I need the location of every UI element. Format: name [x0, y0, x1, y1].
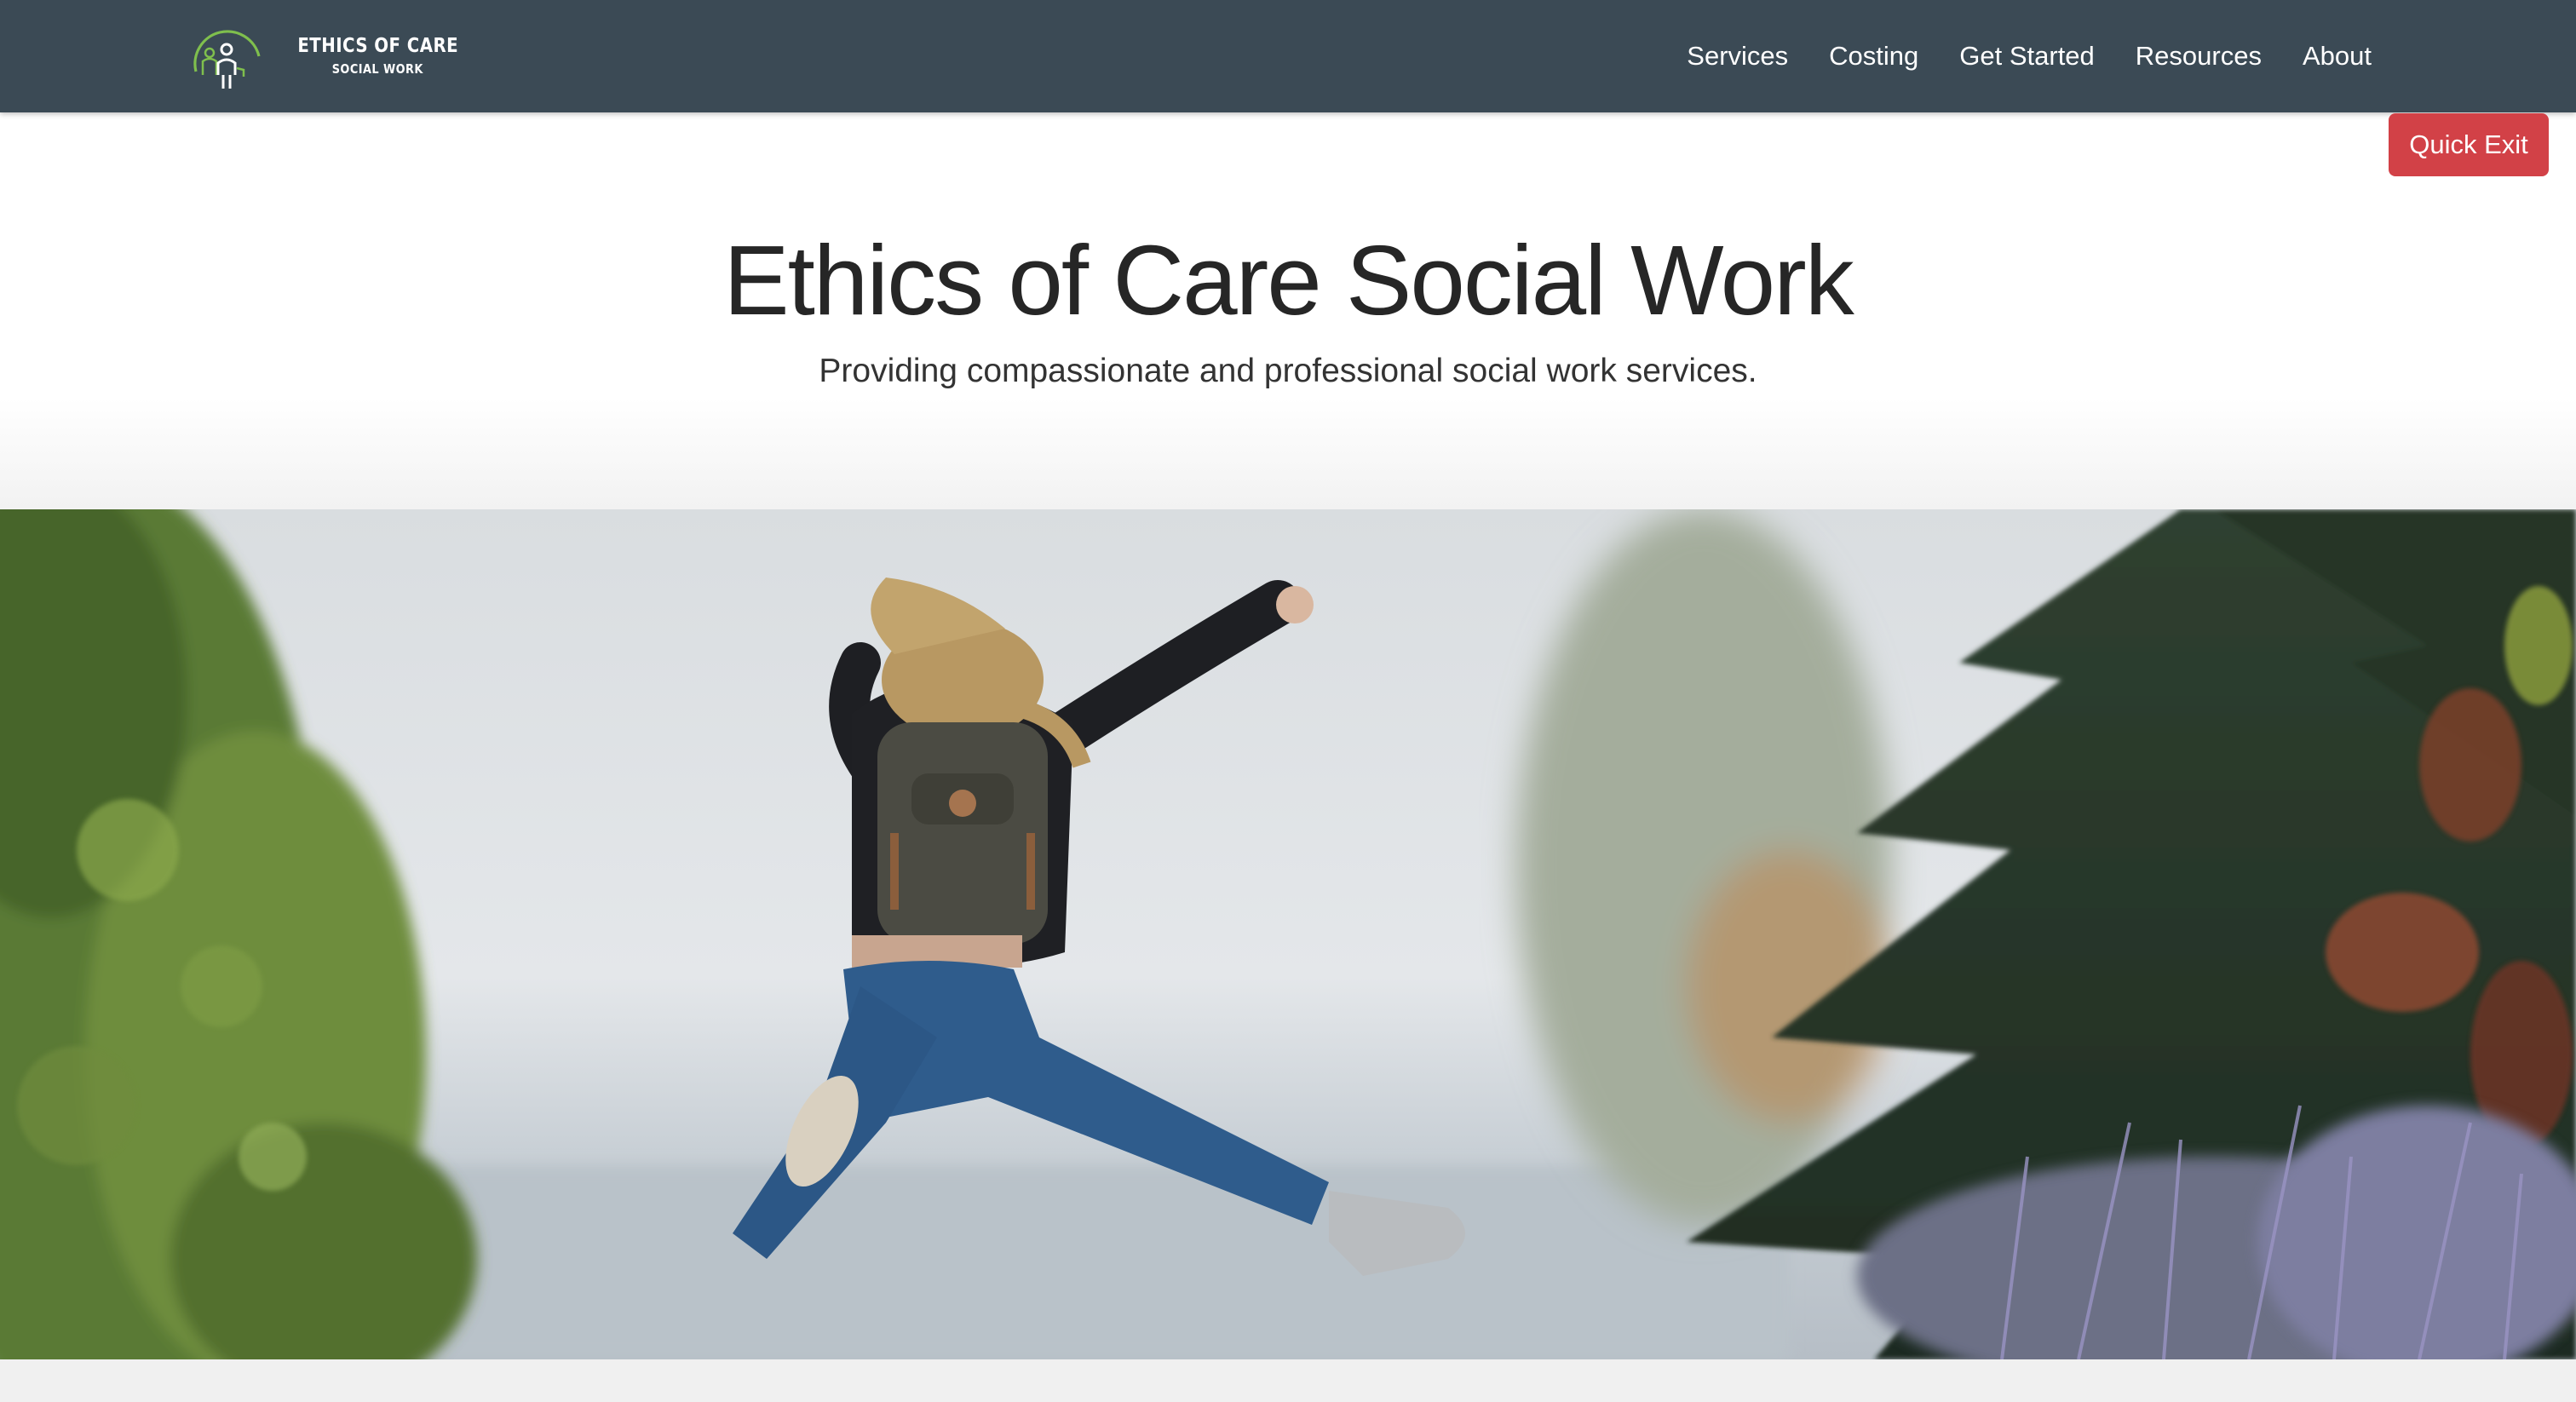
brand-name-line2: SOCIAL WORK [332, 61, 424, 77]
brand-logo-icon [193, 30, 261, 89]
nav-link-costing[interactable]: Costing [1829, 41, 1918, 72]
page-tagline: Providing compassionate and professional… [819, 353, 1757, 389]
brand-wordmark: ETHICS OF CARE SOCIAL WORK [285, 37, 471, 76]
main-nav: Services Costing Get Started Resources A… [1687, 0, 2372, 112]
nav-link-get-started[interactable]: Get Started [1959, 41, 2095, 72]
brand-name-line1: ETHICS OF CARE [297, 35, 459, 57]
page-title: Ethics of Care Social Work [723, 225, 1854, 336]
nav-link-services[interactable]: Services [1687, 41, 1788, 72]
top-navbar: ETHICS OF CARE SOCIAL WORK Services Cost… [0, 0, 2576, 112]
brand-home-link[interactable]: ETHICS OF CARE SOCIAL WORK [186, 19, 471, 94]
hero-header: Ethics of Care Social Work Providing com… [0, 112, 2576, 509]
content-below-hero [0, 1359, 2576, 1402]
nav-link-about[interactable]: About [2303, 41, 2372, 72]
person-jumping-photo [0, 509, 2576, 1359]
nav-link-resources[interactable]: Resources [2136, 41, 2262, 72]
hero-image [0, 509, 2576, 1359]
quick-exit-button[interactable]: Quick Exit [2389, 113, 2549, 176]
